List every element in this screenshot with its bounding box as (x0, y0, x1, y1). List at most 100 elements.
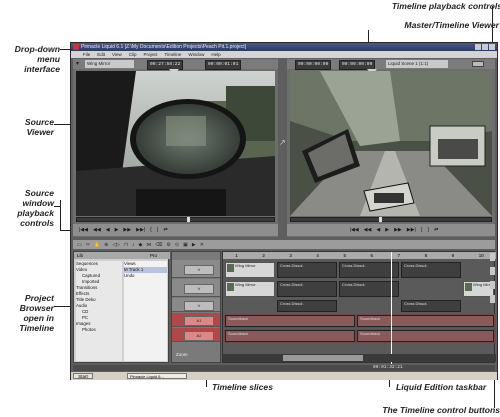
track-header-v1[interactable]: V (172, 260, 220, 278)
track-header-v2[interactable]: V (172, 279, 220, 297)
master-view-options-icon[interactable] (472, 61, 484, 67)
timeline-transition[interactable]: Cross Dissol. (339, 281, 399, 297)
timeline-transition[interactable]: Cross Dissol. (401, 300, 461, 312)
menu-edit[interactable]: Edit (97, 51, 105, 58)
tool-snap-icon[interactable]: ⊓ (124, 242, 128, 248)
source-video-frame (76, 71, 275, 216)
tool-scissors-icon[interactable]: ✂ (86, 242, 90, 248)
rack-undo[interactable]: Undo (124, 273, 167, 279)
menu-help[interactable]: Help (211, 51, 220, 58)
track-v3-button[interactable]: V (184, 301, 214, 311)
tool-close-icon[interactable]: ✕ (200, 242, 204, 248)
timeline-transition[interactable]: Cross Dissol. (401, 262, 461, 278)
source-rewind-button[interactable]: ◀◀ (93, 227, 101, 233)
track-a1-button[interactable]: A1 (184, 316, 214, 326)
tool-trim-icon[interactable]: ◁▷ (112, 242, 120, 248)
clip-label: Soundtrack (228, 331, 249, 336)
timeline-transition[interactable]: Cross Dissol. (277, 300, 337, 312)
source-scrub-handle[interactable] (187, 217, 190, 222)
close-button[interactable] (489, 44, 495, 50)
source-go-end-button[interactable]: ▶▶| (136, 227, 145, 233)
tool-gear-icon[interactable]: ⚙ (166, 242, 170, 248)
timeline-control-buttons (490, 253, 496, 357)
master-step-back-button[interactable]: ◀ (376, 227, 380, 233)
tool-marker-icon[interactable]: ◆ (138, 242, 142, 248)
source-step-back-button[interactable]: ◀ (106, 227, 110, 233)
menu-window[interactable]: Window (188, 51, 204, 58)
timeline-clip[interactable]: Wing Mirror (225, 262, 275, 278)
tool-render-icon[interactable]: ▶ (192, 242, 196, 248)
master-sequence-dropdown[interactable]: Liquid Scene 1 (1:1) (386, 60, 448, 68)
tool-folder-icon[interactable]: ▣ (183, 242, 188, 248)
track-v2-button[interactable]: V (184, 284, 214, 294)
master-timecode-a[interactable]: 00:00:00:00 (295, 60, 332, 70)
start-button[interactable]: Start (73, 373, 93, 379)
tool-hand-icon[interactable]: ✋ (94, 242, 100, 248)
audio-clip[interactable]: Soundtrack (357, 315, 494, 327)
tool-delete-icon[interactable]: ⌫ (155, 242, 162, 248)
app-icon (73, 44, 79, 50)
source-go-start-button[interactable]: |◀◀ (79, 227, 88, 233)
transfer-arrow-icon[interactable]: ↗ (279, 138, 286, 147)
master-play-button[interactable]: ▶ (385, 227, 389, 233)
menu-file[interactable]: File (83, 51, 90, 58)
menu-view[interactable]: View (112, 51, 122, 58)
source-mark-out-button[interactable]: } (157, 227, 159, 233)
minimize-button[interactable] (475, 44, 481, 50)
track-a2-button[interactable]: A2 (184, 331, 214, 341)
master-fast-forward-button[interactable]: ▶▶ (394, 227, 402, 233)
timeline-transition[interactable]: Cross Dissol. (277, 281, 337, 297)
master-scrub-handle[interactable] (379, 217, 382, 222)
tool-audio-icon[interactable]: ♪ (132, 242, 135, 248)
source-fast-forward-button[interactable]: ▶▶ (123, 227, 131, 233)
maximize-button[interactable] (482, 44, 488, 50)
timeline-transition[interactable]: Cross Dissol. (339, 262, 399, 278)
tree-photos[interactable]: Photos (76, 327, 122, 333)
menu-project[interactable]: Project (143, 51, 157, 58)
menu-timeline[interactable]: Timeline (165, 51, 182, 58)
source-mark-in-button[interactable]: { (150, 227, 152, 233)
control-button-mute-icon[interactable] (490, 281, 495, 289)
ruler-9: 9 (451, 253, 455, 258)
audio-clip[interactable]: Soundtrack (357, 330, 494, 342)
browser-tab-pro[interactable]: Pro (150, 252, 157, 259)
tool-splice-icon[interactable]: ⋈ (146, 242, 151, 248)
audio-clip[interactable]: Soundtrack (225, 330, 355, 342)
timeline-playhead[interactable] (391, 252, 392, 364)
source-scrub-bar[interactable] (76, 217, 275, 222)
timeline-scrollbar[interactable] (223, 354, 496, 362)
clip-label: Cross Dissol. (280, 263, 304, 268)
master-go-start-button[interactable]: |◀◀ (350, 227, 359, 233)
source-play-button[interactable]: ▶ (115, 227, 119, 233)
tool-select-icon[interactable]: ▭ (77, 242, 82, 248)
source-dropdown-icon[interactable]: ▾ (76, 61, 82, 67)
source-insert-button[interactable]: ⇄ (163, 227, 167, 233)
browser-tab-lib[interactable]: Lib (77, 252, 83, 259)
clip-label: Wing Mirror (235, 282, 256, 287)
track-v1-button[interactable]: V (184, 265, 214, 275)
master-insert-button[interactable]: ⇄ (434, 227, 438, 233)
scrollbar-thumb[interactable] (283, 355, 363, 361)
track-header-a2[interactable]: A2 (172, 328, 220, 342)
control-button-lock-icon[interactable] (490, 253, 495, 261)
track-header-v3[interactable]: V (172, 298, 220, 312)
audio-clip[interactable]: Soundtrack (225, 315, 355, 327)
master-go-end-button[interactable]: ▶▶| (407, 227, 416, 233)
master-rewind-button[interactable]: ◀◀ (364, 227, 372, 233)
timeline-ruler[interactable]: 1 2 3 4 5 6 7 8 9 10 (223, 252, 496, 259)
master-mark-in-button[interactable]: { (421, 227, 423, 233)
clip-label: Cross Dissol. (280, 301, 304, 306)
timeline-transition[interactable]: Cross Dissol. (277, 262, 337, 278)
master-mark-out-button[interactable]: } (427, 227, 429, 233)
tool-zoom-icon[interactable]: ⊙ (175, 242, 179, 248)
track-header-a1[interactable]: A1 (172, 313, 220, 327)
source-clip-dropdown[interactable]: Wing Mirror (85, 60, 134, 68)
source-timecode-duration[interactable]: 00:00:01:01 (205, 60, 242, 70)
master-scrub-bar[interactable] (290, 217, 492, 222)
taskbar-app-button[interactable]: Pinnacle Liquid 6... (127, 373, 187, 379)
control-button-sync-icon[interactable] (490, 267, 495, 275)
menu-clip[interactable]: Clip (129, 51, 137, 58)
control-button-solo-icon[interactable] (490, 295, 495, 303)
timeline-clip[interactable]: Wing Mirror (225, 281, 275, 297)
tool-link-icon[interactable]: ⊕ (104, 242, 108, 248)
